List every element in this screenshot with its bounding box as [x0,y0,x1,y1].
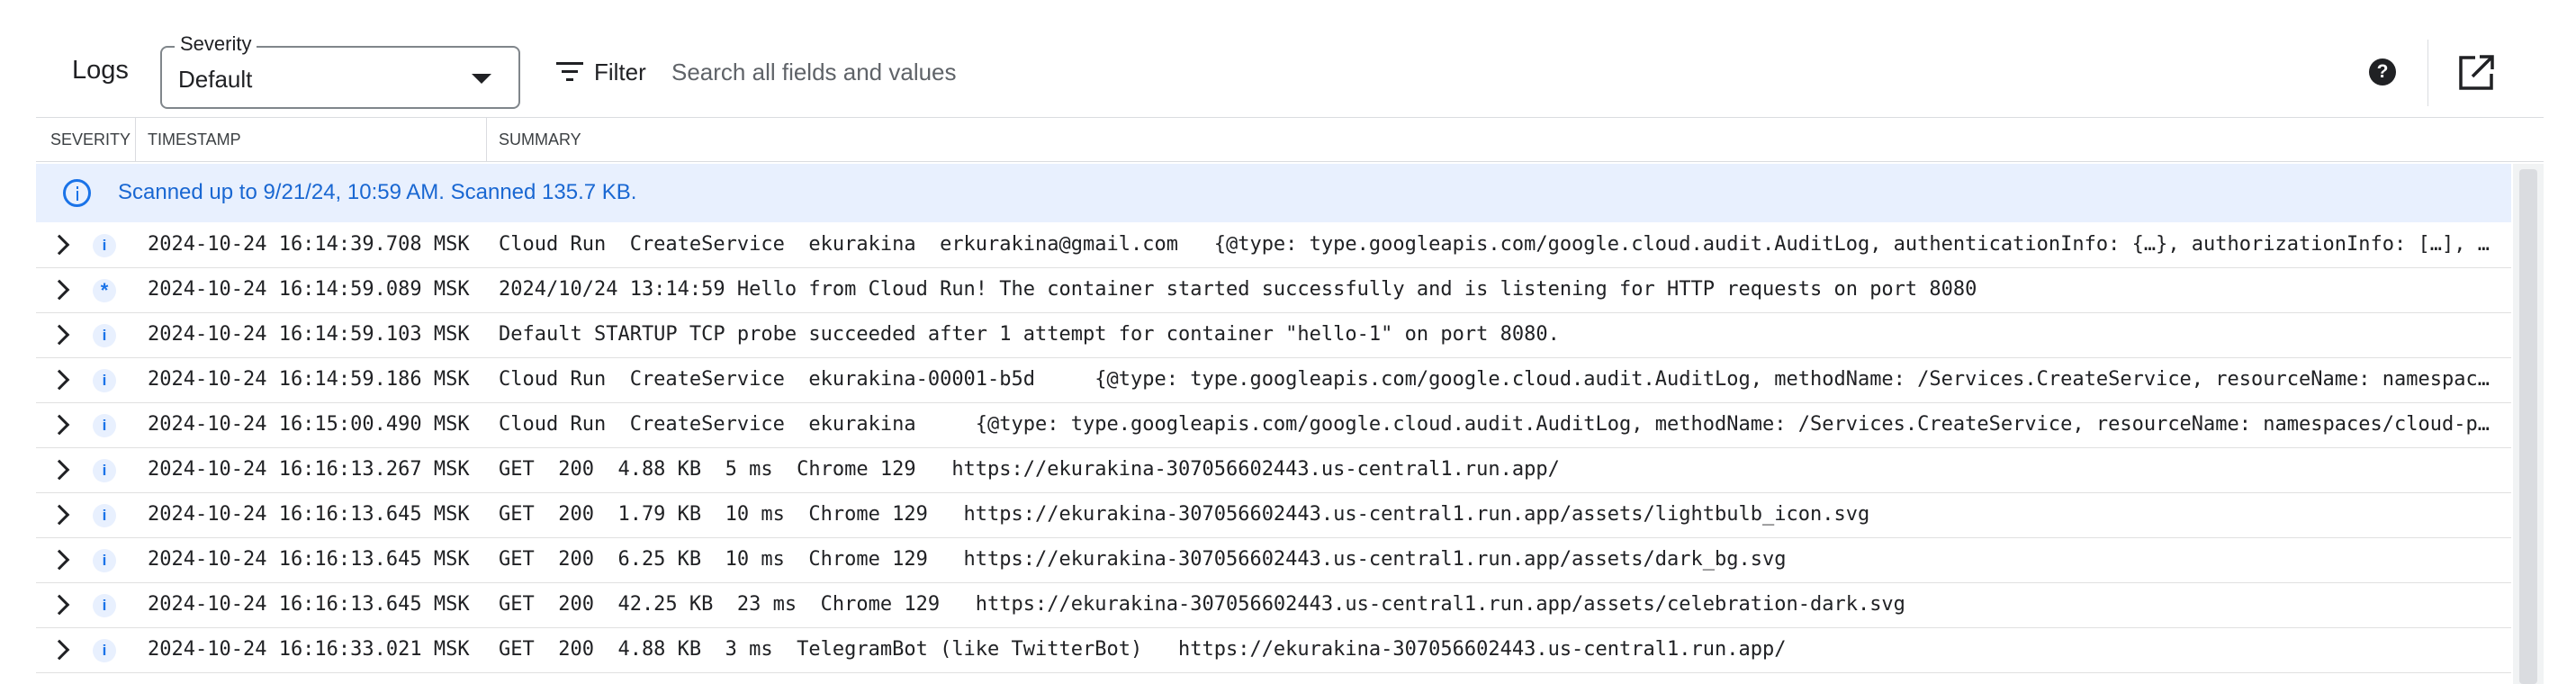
log-row[interactable]: i 2024-10-24 16:14:59.103 MSK Default STAR… [36,313,2511,358]
info-icon: i [93,639,116,662]
log-timestamp: 2024-10-24 16:16:13.645 MSK [148,548,470,571]
log-row[interactable]: i 2024-10-24 16:14:39.708 MSK Cloud Run Cr… [36,223,2511,268]
filter-button[interactable]: Filter [556,56,646,88]
chevron-right-icon[interactable] [49,459,70,481]
toolbar-divider [2427,40,2428,106]
search-input[interactable] [671,52,1932,92]
chevron-right-icon[interactable] [49,234,70,256]
chevron-right-icon[interactable] [49,279,70,301]
chevron-right-icon[interactable] [49,414,70,436]
scrollbar-thumb[interactable] [2519,169,2537,684]
info-icon: i [93,504,116,527]
info-icon: i [93,234,116,257]
toolbar: Logs Severity Default Filter ? [0,0,2576,117]
log-timestamp: 2024-10-24 16:16:13.645 MSK [148,503,470,526]
log-summary: GET 200 4.88 KB 3 ms TelegramBot (like T… [499,638,1787,661]
chevron-right-icon[interactable] [49,369,70,391]
chevron-right-icon[interactable] [49,324,70,346]
log-timestamp: 2024-10-24 16:14:59.089 MSK [148,278,470,301]
log-timestamp: 2024-10-24 16:14:59.186 MSK [148,368,470,391]
info-icon: i [93,414,116,437]
log-summary: 2024/10/24 13:14:59 Hello from Cloud Run… [499,278,1977,301]
log-summary: Cloud Run CreateService ekurakina erkura… [499,233,2493,256]
log-row[interactable]: i 2024-10-24 16:15:00.490 MSK Cloud Run Cr… [36,403,2511,448]
info-icon: i [93,549,116,572]
caret-down-icon [472,74,491,84]
logs-title: Logs [72,56,129,85]
log-row[interactable]: i 2024-10-24 16:16:13.645 MSK GET 200 1.79… [36,493,2511,538]
info-icon: i [93,369,116,392]
column-divider [486,118,487,161]
info-icon: i [93,324,116,347]
log-row[interactable]: i 2024-10-24 16:16:33.021 MSK GET 200 4.88… [36,628,2511,673]
log-summary: GET 200 42.25 KB 23 ms Chrome 129 https:… [499,593,1905,616]
log-row[interactable]: i 2024-10-24 16:14:59.186 MSK Cloud Run Cr… [36,358,2511,403]
severity-dropdown[interactable]: Severity Default [160,32,520,109]
column-divider [135,118,136,161]
table-header: SEVERITY TIMESTAMP SUMMARY [36,117,2544,162]
log-row[interactable]: i 2024-10-24 16:16:13.645 MSK GET 200 6.25… [36,538,2511,583]
log-row[interactable]: i 2024-10-24 16:16:13.267 MSK GET 200 4.88… [36,448,2511,493]
log-row[interactable]: i 2024-10-24 16:16:13.645 MSK GET 200 42.2… [36,583,2511,628]
chevron-right-icon[interactable] [49,639,70,661]
info-icon [63,179,91,207]
column-header-timestamp[interactable]: TIMESTAMP [148,118,241,161]
banner-text: Scanned up to 9/21/24, 10:59 AM. Scanned… [118,180,637,204]
chevron-right-icon[interactable] [49,504,70,526]
chevron-right-icon[interactable] [49,594,70,616]
log-summary: Cloud Run CreateService ekurakina-00001-… [499,368,2493,391]
filter-label: Filter [594,58,646,86]
log-timestamp: 2024-10-24 16:16:13.267 MSK [148,458,470,481]
log-summary: GET 200 4.88 KB 5 ms Chrome 129 https://… [499,458,1560,481]
logs-explorer: Logs Severity Default Filter ? SEVERITY … [0,0,2576,684]
column-header-summary[interactable]: SUMMARY [499,118,581,161]
help-icon[interactable]: ? [2369,58,2396,86]
log-summary: Cloud Run CreateService ekurakina {@type… [499,413,2493,436]
filter-icon [556,62,583,82]
log-summary: GET 200 6.25 KB 10 ms Chrome 129 https:/… [499,548,1787,571]
log-timestamp: 2024-10-24 16:16:33.021 MSK [148,638,470,661]
open-in-new-icon[interactable] [2455,52,2497,94]
log-entries: i 2024-10-24 16:14:39.708 MSK Cloud Run Cr… [36,223,2511,684]
log-summary: GET 200 1.79 KB 10 ms Chrome 129 https:/… [499,503,1870,526]
log-timestamp: 2024-10-24 16:16:13.645 MSK [148,593,470,616]
log-timestamp: 2024-10-24 16:15:00.490 MSK [148,413,470,436]
severity-value: Default [178,66,253,93]
info-icon: i [93,459,116,482]
chevron-right-icon[interactable] [49,549,70,571]
log-timestamp: 2024-10-24 16:14:59.103 MSK [148,323,470,346]
info-icon: i [93,594,116,617]
scan-info-banner: Scanned up to 9/21/24, 10:59 AM. Scanned… [36,164,2511,222]
asterisk-icon: * [93,279,116,302]
column-header-severity[interactable]: SEVERITY [50,118,131,161]
severity-label: Severity [175,32,257,56]
log-timestamp: 2024-10-24 16:14:39.708 MSK [148,233,470,256]
log-summary: Default STARTUP TCP probe succeeded afte… [499,323,1560,346]
log-row[interactable]: * 2024-10-24 16:14:59.089 MSK 2024/10/24 1… [36,268,2511,313]
